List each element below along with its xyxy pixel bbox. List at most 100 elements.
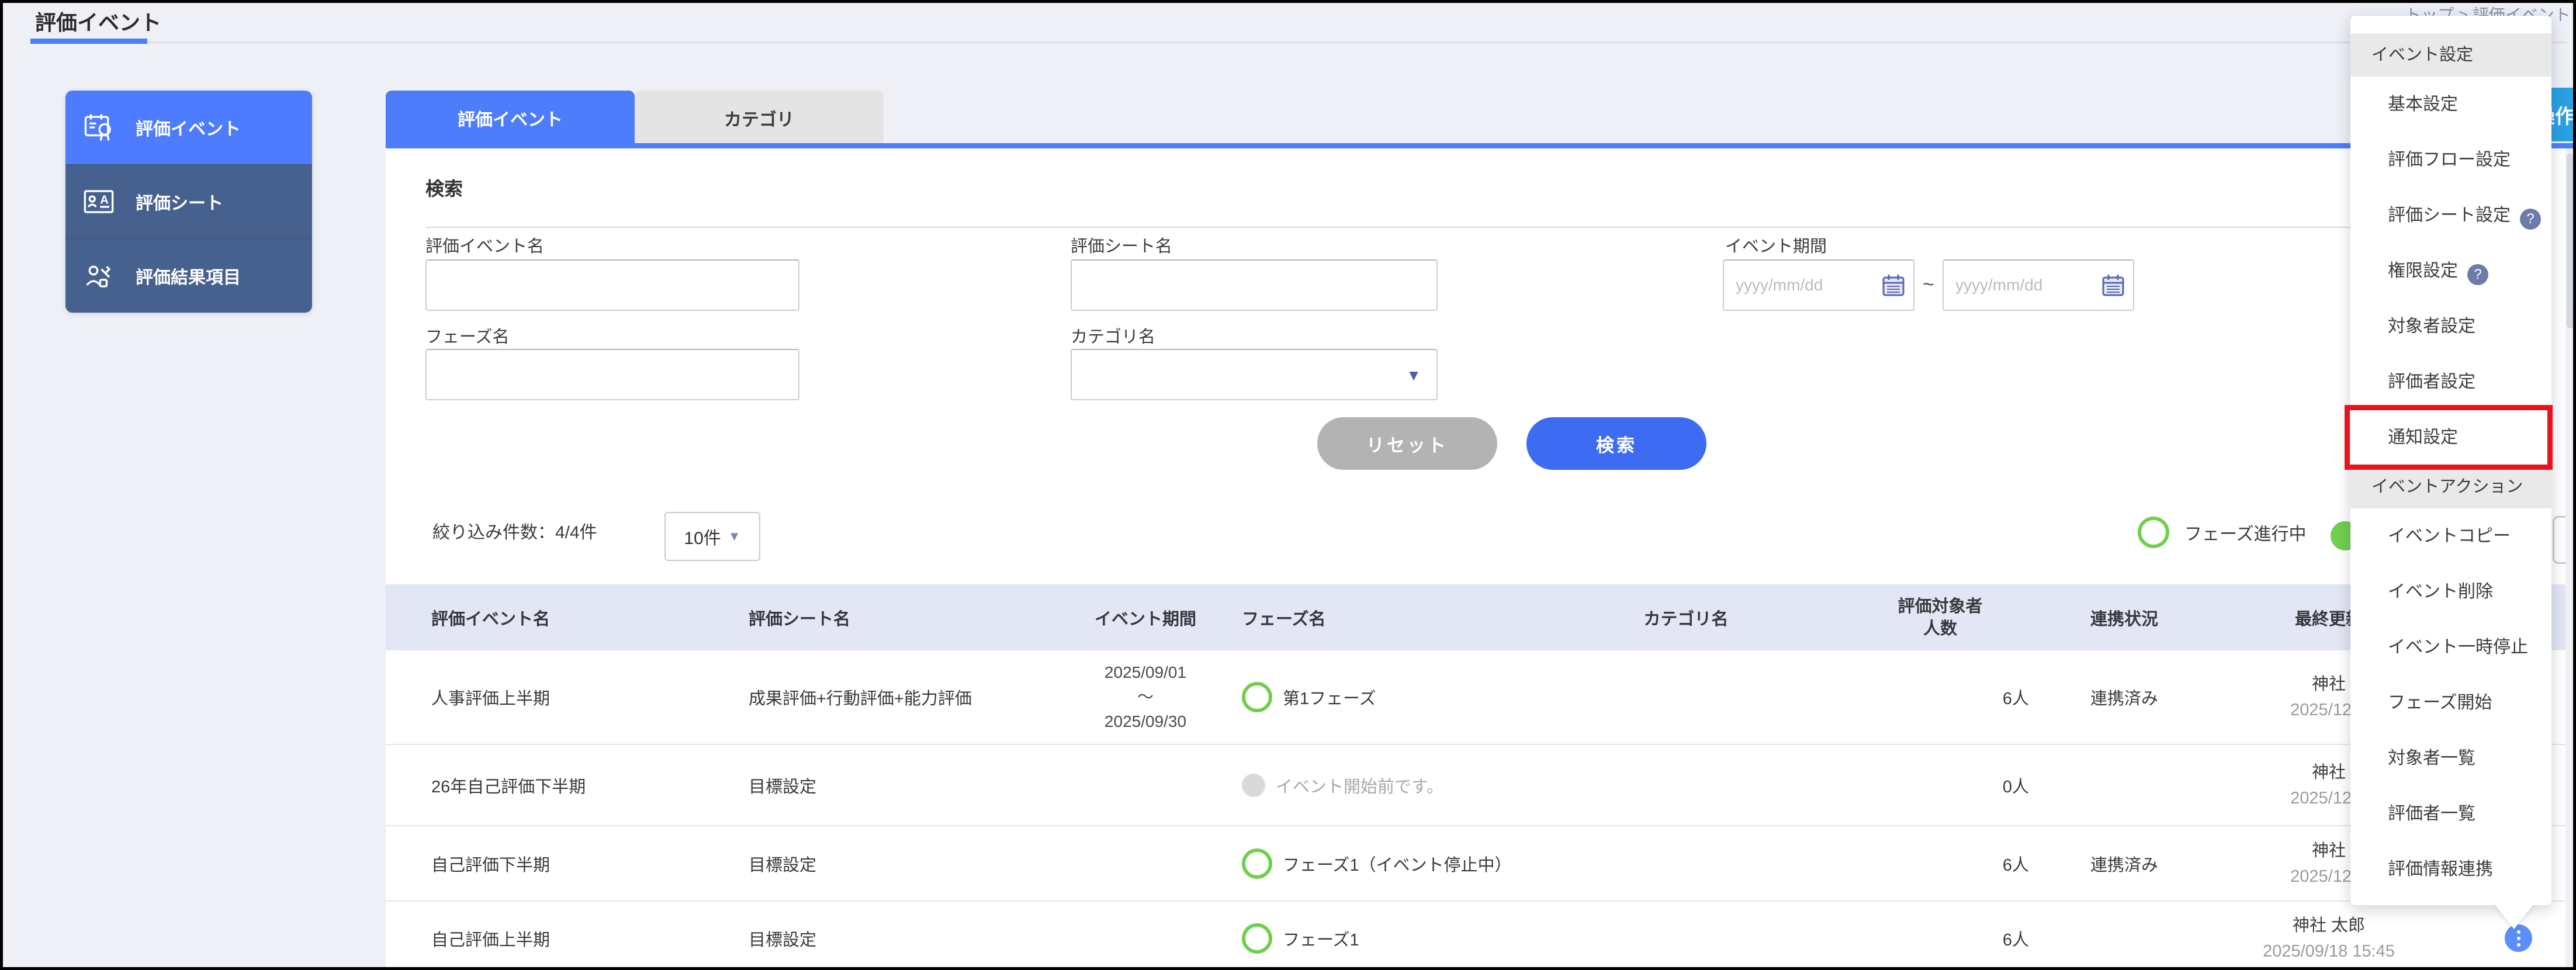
phase-active-icon [1242,682,1272,712]
filtered-count: 絞り込み件数：4/4件 [432,518,597,543]
search-button[interactable]: 検索 [1526,417,1706,470]
col-header: 評価対象者人数 [1817,595,2063,640]
frame-border-top [0,0,2576,3]
phase-cell: イベント開始前です。 [1218,773,1554,798]
help-icon[interactable]: ? [2520,209,2541,230]
event-name-label: 評価イベント名 [425,233,544,257]
menu-item-event-pause[interactable]: イベント一時停止 [2350,619,2551,675]
search-section-heading: 検索 [425,174,463,201]
phase-cell: フェーズ1 [1218,923,1554,954]
calendar-icon[interactable] [2101,273,2125,297]
category-select[interactable]: ▼ [1071,349,1438,400]
count-cell: 6人 [1817,926,2063,951]
chevron-down-icon: ▼ [1406,366,1421,384]
table-row[interactable]: 26年自己評価下半期 目標設定 イベント開始前です。 0人 神社 2025/12 [386,745,2565,826]
sheet-icon: A [83,186,115,217]
phase-cell: フェーズ1（イベント停止中） [1218,848,1554,879]
link-status-cell: 連携済み [2063,851,2186,876]
phase-cell: 第1フェーズ [1218,682,1554,712]
sheet-name-cell: 目標設定 [728,773,1072,798]
frame-border-right [2573,0,2576,970]
help-icon[interactable]: ? [2467,264,2488,285]
menu-item-target-list[interactable]: 対象者一覧 [2350,730,2551,786]
menu-item-evaluation-info-link[interactable]: 評価情報連携 [2350,841,2551,897]
period-end-box [1943,259,2134,311]
table-row[interactable]: 自己評価上半期 目標設定 フェーズ1 6人 神社 太郎 2025/09/18 1… [386,902,2565,970]
col-header: 連携状況 [2063,605,2186,630]
menu-item-basic-settings[interactable]: 基本設定 [2350,77,2551,132]
menu-item-evaluator-settings[interactable]: 評価者設定 [2350,354,2551,410]
sheet-name-cell: 成果評価+行動評価+能力評価 [728,685,1072,709]
phase-name-input-box [425,349,799,400]
phase-before-icon [1242,774,1265,797]
phase-name-input[interactable] [427,365,798,384]
reset-button-label: リセット [1366,431,1448,457]
event-table: 評価イベント名 評価シート名 イベント期間 フェーズ名 カテゴリ名 評価対象者人… [386,584,2565,970]
calendar-award-icon [83,112,115,143]
sidebar-item-evaluation-result-items[interactable]: 評価結果項目 [65,238,312,313]
sidebar-item-evaluation-event[interactable]: 評価イベント [65,91,312,164]
reset-button[interactable]: リセット [1317,417,1497,470]
legend: フェーズ進行中 [2138,517,2307,548]
menu-item-permission-settings[interactable]: 権限設定? [2350,243,2551,299]
menu-section-event-settings: イベント設定 [2350,33,2551,77]
sheet-name-cell: 目標設定 [728,926,1072,951]
header-divider [30,41,2567,43]
tab-label: 評価イベント [458,105,563,131]
search-divider [425,227,2547,228]
col-header: イベント期間 [1072,605,1218,630]
phase-active-icon [1242,848,1272,879]
updated-cell: 神社 太郎 2025/09/18 15:45 [2186,913,2472,964]
sheet-name-cell: 目標設定 [728,851,1072,876]
event-name-input[interactable] [427,276,798,295]
menu-item-phase-start[interactable]: フェーズ開始 [2350,675,2551,730]
row-action-button[interactable]: 操作 [2551,88,2576,141]
menu-item-evaluation-sheet-settings[interactable]: 評価シート設定? [2350,188,2551,243]
row-action-button-label: 操作 [2551,101,2575,129]
menu-item-target-settings[interactable]: 対象者設定 [2350,299,2551,354]
menu-item-notification-settings[interactable]: 通知設定 [2350,410,2551,465]
frame-border-left [0,0,3,970]
tab-evaluation-event[interactable]: 評価イベント [386,91,635,145]
page-size-select[interactable]: 10件 ▼ [664,512,760,561]
event-period-label: イベント期間 [1725,233,1827,257]
svg-text:A: A [100,193,109,206]
event-name-input-box [425,259,799,311]
col-header: カテゴリ名 [1554,605,1817,630]
calendar-icon[interactable] [1882,273,1905,297]
chevron-down-icon: ▼ [728,529,741,544]
sidebar-item-evaluation-sheet[interactable]: A 評価シート [65,164,312,238]
menu-item-event-delete[interactable]: イベント削除 [2350,564,2551,619]
event-name-cell: 26年自己評価下半期 [386,773,728,798]
page-size-value: 10件 [684,524,721,549]
period-cell: 2025/09/01 〜 2025/09/30 [1072,660,1218,734]
sidebar-item-label: 評価シート [136,189,223,214]
screen: トップ > 評価イベント 評価イベント 評価イベント A 評価シート [0,0,2576,970]
tab-label: カテゴリ [724,105,794,131]
sheet-name-label: 評価シート名 [1071,233,1172,257]
search-button-label: 検索 [1596,431,1637,457]
menu-section-event-actions: イベントアクション [2350,465,2551,508]
sidebar-item-label: 評価結果項目 [136,263,241,289]
tab-category[interactable]: カテゴリ [635,91,884,145]
count-cell: 0人 [1817,773,2063,798]
legend-label: フェーズ進行中 [2184,519,2307,545]
table-row[interactable]: 自己評価下半期 目標設定 フェーズ1（イベント停止中） 6人 連携済み 神社 2… [386,826,2565,902]
event-name-cell: 人事評価上半期 [386,685,728,709]
period-start-box [1723,259,1914,311]
result-items-icon [83,260,115,292]
col-header: 評価イベント名 [386,605,728,630]
table-header-row: 評価イベント名 評価シート名 イベント期間 フェーズ名 カテゴリ名 評価対象者人… [386,584,2565,650]
menu-item-evaluator-list[interactable]: 評価者一覧 [2350,786,2551,841]
menu-item-event-copy[interactable]: イベントコピー [2350,508,2551,564]
category-name-label: カテゴリ名 [1071,323,1155,348]
menu-item-evaluation-flow-settings[interactable]: 評価フロー設定 [2350,132,2551,188]
table-row[interactable]: 人事評価上半期 成果評価+行動評価+能力評価 2025/09/01 〜 2025… [386,650,2565,745]
sidebar-item-label: 評価イベント [136,115,241,140]
phase-active-legend-icon [2138,517,2169,548]
sheet-name-input[interactable] [1072,276,1436,295]
frame-border-bottom [0,967,2576,970]
menu-caret [2495,905,2533,929]
phase-active-icon [1242,923,1272,954]
col-header: 評価シート名 [728,605,1072,630]
